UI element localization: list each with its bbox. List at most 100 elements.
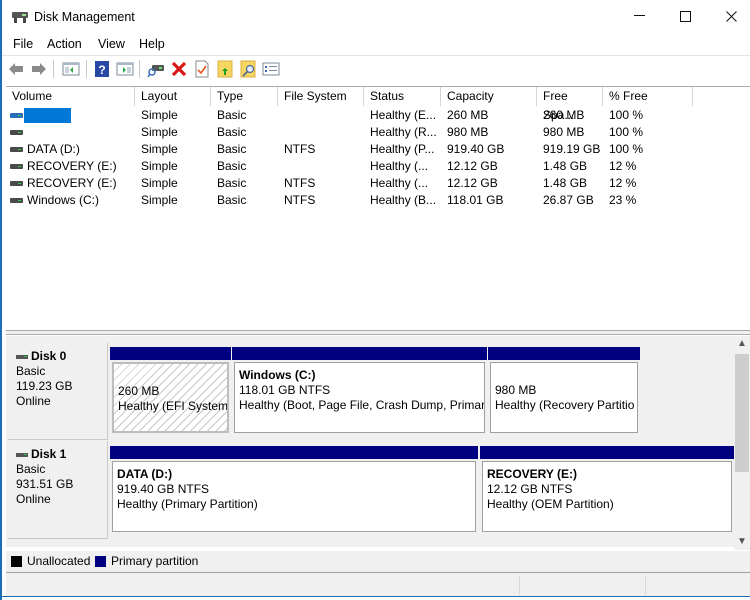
toolbar: ?: [2, 55, 750, 81]
volume-type: Basic: [217, 193, 247, 207]
volume-capacity: 12.12 GB: [447, 159, 498, 173]
column-header-status[interactable]: Status: [364, 87, 441, 106]
title-bar: Disk Management: [2, 0, 750, 34]
partition-efi[interactable]: 260 MB Healthy (EFI System: [110, 347, 231, 435]
svg-text:?: ?: [98, 63, 105, 77]
disk-1-label[interactable]: Disk 1 Basic 931.51 GB Online: [8, 441, 108, 539]
scroll-down-icon[interactable]: ▼: [734, 536, 750, 550]
disk-0-state: Online: [16, 394, 51, 408]
partition-status: Healthy (EFI System: [118, 399, 229, 413]
volume-pct: 23 %: [609, 193, 637, 207]
partition-type-bar: [488, 347, 640, 360]
partition-type-bar: [480, 446, 734, 459]
show-hide-console-tree-icon[interactable]: [62, 60, 80, 78]
partition-size: 12.12 GB NTFS: [487, 482, 573, 496]
volume-capacity: 919.40 GB: [447, 142, 505, 156]
list-view-icon[interactable]: [262, 60, 280, 78]
close-button[interactable]: [708, 0, 750, 32]
volume-row[interactable]: Simple Basic Healthy (R... 980 MB 980 MB 100 …: [6, 124, 706, 141]
column-header-free-space[interactable]: Free Spa...: [537, 87, 603, 122]
menu-file[interactable]: File: [13, 37, 33, 51]
disk-icon: [16, 354, 28, 359]
menu-view[interactable]: View: [98, 37, 125, 51]
menu-help[interactable]: Help: [139, 37, 165, 51]
partition-recovery[interactable]: 980 MB Healthy (Recovery Partitio: [488, 347, 640, 435]
partition-title: Windows (C:): [239, 368, 316, 382]
column-header-file-system[interactable]: File System: [278, 87, 364, 106]
partition-type-bar: [110, 446, 478, 459]
disk-1-name: Disk 1: [31, 447, 67, 461]
partition-size: 919.40 GB NTFS: [117, 482, 210, 496]
show-hide-action-pane-icon[interactable]: [116, 60, 134, 78]
disk-1-type: Basic: [16, 462, 46, 476]
volume-capacity: 118.01 GB: [447, 193, 504, 207]
volume-row[interactable]: Simple Basic Healthy (E... 260 MB 260 MB 100 …: [6, 107, 706, 124]
connect-disk-icon[interactable]: [147, 60, 165, 78]
status-bar-separator: [645, 576, 646, 595]
volume-layout: Simple: [141, 176, 178, 190]
disk-graphical-view: Disk 0 Basic 119.23 GB Online 260 MB Hea…: [6, 336, 750, 547]
volume-pct: 100 %: [609, 142, 644, 156]
column-header-type[interactable]: Type: [211, 87, 278, 106]
column-header-capacity[interactable]: Capacity: [441, 87, 537, 106]
partition-data-d[interactable]: DATA (D:) 919.40 GB NTFS Healthy (Primar…: [110, 446, 478, 534]
delete-icon[interactable]: [170, 60, 188, 78]
forward-arrow-icon[interactable]: [30, 60, 48, 78]
volume-row[interactable]: DATA (D:) Simple Basic NTFS Healthy (P... 919…: [6, 141, 706, 158]
volume-icon: [10, 147, 23, 152]
primary-partition-swatch: [95, 556, 106, 567]
scroll-up-icon[interactable]: ▲: [734, 338, 750, 352]
disk-0-type: Basic: [16, 364, 46, 378]
maximize-button[interactable]: [662, 0, 708, 32]
disk-0-label[interactable]: Disk 0 Basic 119.23 GB Online: [8, 343, 108, 440]
disk-1-state: Online: [16, 492, 51, 506]
volume-free: 260 MB: [543, 108, 585, 122]
disk-management-window: Disk Management File Action View Help ? …: [0, 0, 750, 600]
close-icon: [725, 10, 737, 22]
volume-layout: Simple: [141, 142, 178, 156]
volume-type: Basic: [217, 108, 247, 122]
volume-pct: 100 %: [609, 108, 644, 122]
volume-list: Volume Layout Type File System Status Ca…: [6, 86, 750, 330]
vertical-scrollbar[interactable]: ▲ ▼: [734, 336, 750, 551]
status-bar: [6, 572, 750, 596]
menu-action[interactable]: Action: [47, 37, 82, 51]
volume-layout: Simple: [141, 193, 178, 207]
column-header-layout[interactable]: Layout: [135, 87, 211, 106]
volume-row[interactable]: Windows (C:) Simple Basic NTFS Healthy (B...…: [6, 192, 706, 209]
minimize-button[interactable]: [616, 0, 662, 32]
open-folder-icon[interactable]: [216, 60, 234, 78]
disk-management-app-icon: [12, 12, 28, 23]
volume-status: Healthy (...: [370, 176, 429, 190]
volume-status: Healthy (R...: [370, 125, 437, 139]
explore-icon[interactable]: [239, 60, 257, 78]
column-header-volume[interactable]: Volume: [6, 87, 135, 106]
volume-type: Basic: [217, 159, 247, 173]
properties-icon[interactable]: [193, 60, 211, 78]
volume-name: Windows (C:): [27, 193, 100, 207]
volume-type: Basic: [217, 142, 247, 156]
maximize-icon: [679, 10, 691, 22]
volume-free: 1.48 GB: [543, 176, 588, 190]
volume-pct: 100 %: [609, 125, 644, 139]
volume-type: Basic: [217, 125, 247, 139]
volume-status: Healthy (E...: [370, 108, 437, 122]
volume-row[interactable]: RECOVERY (E:) Simple Basic Healthy (... 12.1…: [6, 158, 706, 175]
pane-splitter[interactable]: [6, 330, 750, 335]
volume-capacity: 12.12 GB: [447, 176, 498, 190]
volume-row[interactable]: RECOVERY (E:) Simple Basic NTFS Healthy (...…: [6, 175, 706, 192]
partition-status: Healthy (Primary Partition): [117, 497, 258, 511]
volume-free: 1.48 GB: [543, 159, 588, 173]
scrollbar-thumb[interactable]: [735, 354, 749, 472]
help-icon[interactable]: ?: [93, 60, 111, 78]
partition-recovery-e[interactable]: RECOVERY (E:) 12.12 GB NTFS Healthy (OEM…: [480, 446, 734, 534]
partition-windows-c[interactable]: Windows (C:) 118.01 GB NTFS Healthy (Boo…: [232, 347, 487, 435]
volume-pct: 12 %: [609, 176, 637, 190]
volume-free: 980 MB: [543, 125, 585, 139]
back-arrow-icon[interactable]: [7, 60, 25, 78]
volume-name: RECOVERY (E:): [27, 159, 117, 173]
toolbar-separator: [53, 60, 54, 78]
column-header-percent-free[interactable]: % Free: [603, 87, 693, 106]
volume-status: Healthy (...: [370, 159, 429, 173]
volume-icon: [10, 198, 23, 203]
